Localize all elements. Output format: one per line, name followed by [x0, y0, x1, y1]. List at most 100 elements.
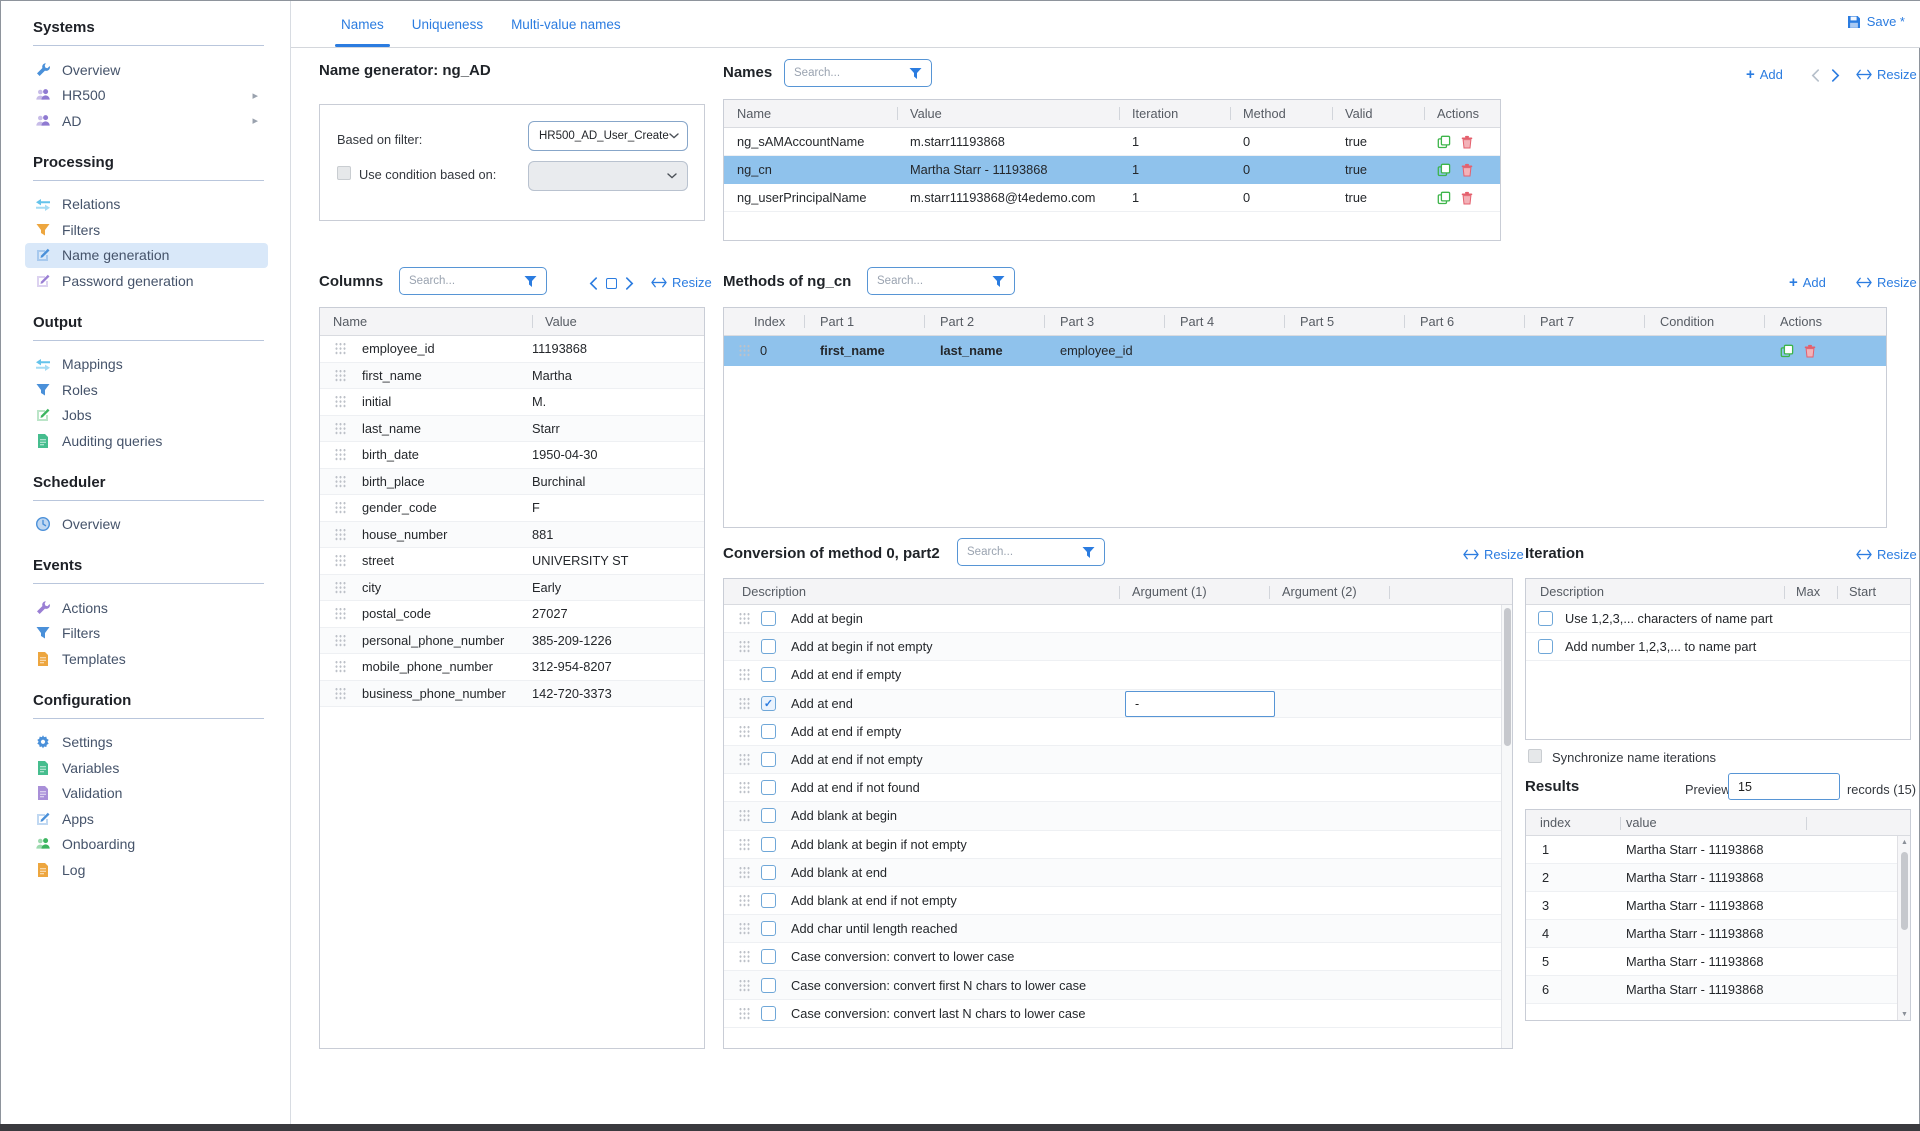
- sidebar-item-overview[interactable]: Overview: [25, 57, 268, 83]
- drag-handle-icon[interactable]: [738, 611, 750, 626]
- iteration-checkbox[interactable]: [1538, 611, 1553, 626]
- iteration-row[interactable]: Add number 1,2,3,... to name part: [1526, 633, 1910, 661]
- tab-uniqueness[interactable]: Uniqueness: [412, 1, 483, 48]
- copy-icon[interactable]: [1780, 344, 1794, 358]
- conversion-row[interactable]: Add char until length reached: [724, 915, 1512, 943]
- result-row[interactable]: 1 Martha Starr - 11193868: [1526, 836, 1910, 864]
- methods-add-button[interactable]: + Add: [1789, 275, 1826, 290]
- columns-resize-button[interactable]: Resize: [651, 275, 712, 290]
- drag-handle-icon[interactable]: [738, 837, 750, 852]
- tab-names[interactable]: Names: [341, 1, 384, 48]
- methods-search-input[interactable]: Search...: [867, 267, 1015, 295]
- delete-icon[interactable]: [1460, 135, 1474, 149]
- conversion-row[interactable]: Add at end if empty: [724, 718, 1512, 746]
- column-row[interactable]: mobile_phone_number 312-954-8207: [320, 654, 704, 681]
- tab-multi-value-names[interactable]: Multi-value names: [511, 1, 621, 48]
- scrollbar-thumb[interactable]: [1504, 608, 1511, 746]
- conversion-search-input[interactable]: Search...: [957, 538, 1105, 566]
- iteration-checkbox[interactable]: [1538, 639, 1553, 654]
- conversion-checkbox[interactable]: [761, 724, 776, 739]
- sidebar-item-roles[interactable]: Roles: [25, 377, 268, 403]
- sidebar-item-password-generation[interactable]: Password generation: [25, 268, 268, 294]
- argument1-input[interactable]: [1125, 691, 1275, 717]
- drag-handle-icon[interactable]: [738, 696, 750, 711]
- conversion-row[interactable]: Add blank at begin: [724, 802, 1512, 830]
- drag-handle-icon[interactable]: [738, 808, 750, 823]
- sidebar-item-log[interactable]: Log: [25, 857, 268, 883]
- page-prev-icon[interactable]: [589, 277, 598, 290]
- sidebar-item-name-generation[interactable]: Name generation: [25, 243, 268, 269]
- drag-handle-icon[interactable]: [738, 724, 750, 739]
- sidebar-item-onboarding[interactable]: Onboarding: [25, 832, 268, 858]
- sidebar-item-filters[interactable]: Filters: [25, 217, 268, 243]
- copy-icon[interactable]: [1437, 135, 1451, 149]
- scrollbar-thumb[interactable]: [1901, 852, 1908, 930]
- save-button[interactable]: Save *: [1847, 14, 1905, 29]
- drag-handle-icon[interactable]: [738, 949, 750, 964]
- result-row[interactable]: 4 Martha Starr - 11193868: [1526, 920, 1910, 948]
- drag-handle-icon[interactable]: [738, 865, 750, 880]
- based-on-filter-select[interactable]: HR500_AD_User_Create: [528, 121, 688, 151]
- conversion-checkbox[interactable]: [761, 921, 776, 936]
- drag-handle-icon[interactable]: [738, 921, 750, 936]
- conversion-checkbox[interactable]: [761, 780, 776, 795]
- column-row[interactable]: business_phone_number 142-720-3373: [320, 681, 704, 708]
- column-row[interactable]: birth_date 1950-04-30: [320, 442, 704, 469]
- conversion-checkbox[interactable]: [761, 752, 776, 767]
- conversion-row[interactable]: Add at end if not found: [724, 774, 1512, 802]
- sidebar-item-apps[interactable]: Apps: [25, 806, 268, 832]
- sidebar-item-settings[interactable]: Settings: [25, 730, 268, 756]
- drag-handle-icon[interactable]: [334, 553, 346, 568]
- column-row[interactable]: employee_id 11193868: [320, 336, 704, 363]
- sidebar-item-auditing-queries[interactable]: Auditing queries: [25, 428, 268, 454]
- sidebar-item-templates[interactable]: Templates: [25, 646, 268, 672]
- sidebar-item-overview[interactable]: Overview: [25, 512, 268, 538]
- drag-handle-icon[interactable]: [334, 606, 346, 621]
- iteration-row[interactable]: Use 1,2,3,... characters of name part: [1526, 605, 1910, 633]
- sidebar-item-variables[interactable]: Variables: [25, 755, 268, 781]
- drag-handle-icon[interactable]: [334, 527, 346, 542]
- page-next-icon[interactable]: [1831, 69, 1840, 82]
- drag-handle-icon[interactable]: [334, 500, 346, 515]
- conversion-row[interactable]: Case conversion: convert last N chars to…: [724, 1000, 1512, 1028]
- method-row[interactable]: 0 first_namelast_nameemployee_id: [724, 336, 1886, 366]
- preview-count-input[interactable]: [1728, 773, 1840, 800]
- methods-resize-button[interactable]: Resize: [1856, 275, 1917, 290]
- delete-icon[interactable]: [1803, 344, 1817, 358]
- conversion-row[interactable]: Add at end: [724, 690, 1512, 718]
- column-row[interactable]: personal_phone_number 385-209-1226: [320, 628, 704, 655]
- page-prev-icon[interactable]: [1811, 69, 1820, 82]
- use-condition-checkbox[interactable]: [337, 166, 351, 180]
- conversion-row[interactable]: Case conversion: convert first N chars t…: [724, 971, 1512, 999]
- columns-search-input[interactable]: Search...: [399, 267, 547, 295]
- conversion-checkbox[interactable]: [761, 949, 776, 964]
- column-row[interactable]: initial M.: [320, 389, 704, 416]
- names-row[interactable]: ng_cn Martha Starr - 11193868 1 0 true: [724, 156, 1500, 184]
- sync-iterations-checkbox[interactable]: [1528, 749, 1542, 763]
- drag-handle-icon[interactable]: [334, 686, 346, 701]
- sidebar-item-actions[interactable]: Actions: [25, 595, 268, 621]
- conversion-checkbox[interactable]: [761, 837, 776, 852]
- sidebar-item-validation[interactable]: Validation: [25, 781, 268, 807]
- sidebar-item-ad[interactable]: AD ▸: [25, 108, 268, 134]
- conversion-checkbox[interactable]: [761, 639, 776, 654]
- column-row[interactable]: postal_code 27027: [320, 601, 704, 628]
- copy-icon[interactable]: [1437, 191, 1451, 205]
- sidebar-item-relations[interactable]: Relations: [25, 192, 268, 218]
- column-row[interactable]: first_name Martha: [320, 363, 704, 390]
- drag-handle-icon[interactable]: [738, 752, 750, 767]
- conversion-checkbox[interactable]: [761, 1006, 776, 1021]
- names-row[interactable]: ng_sAMAccountName m.starr11193868 1 0 tr…: [724, 128, 1500, 156]
- result-row[interactable]: 3 Martha Starr - 11193868: [1526, 892, 1910, 920]
- conversion-checkbox[interactable]: [761, 893, 776, 908]
- results-scrollbar[interactable]: ▲▼: [1897, 836, 1910, 1020]
- column-row[interactable]: city Early: [320, 575, 704, 602]
- conversion-row[interactable]: Add at begin: [724, 605, 1512, 633]
- column-row[interactable]: gender_code F: [320, 495, 704, 522]
- drag-handle-icon[interactable]: [334, 421, 346, 436]
- delete-icon[interactable]: [1460, 163, 1474, 177]
- drag-handle-icon[interactable]: [334, 368, 346, 383]
- conversion-row[interactable]: Add blank at begin if not empty: [724, 831, 1512, 859]
- conversion-row[interactable]: Add at end if not empty: [724, 746, 1512, 774]
- drag-handle-icon[interactable]: [334, 447, 346, 462]
